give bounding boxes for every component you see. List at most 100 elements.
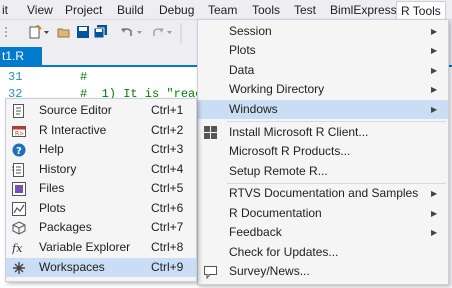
new-dropdown-icon[interactable]: [43, 25, 50, 39]
menu-item-label: Session: [229, 24, 272, 38]
submenu-arrow-icon: ▶: [431, 85, 438, 94]
files-icon: [12, 182, 26, 196]
menu-item-setup-remote-r[interactable]: Setup Remote R...: [198, 162, 448, 181]
menu-item-install-r-client[interactable]: Install Microsoft R Client...: [198, 123, 448, 142]
menu-item-source-editor[interactable]: Source Editor Ctrl+1: [6, 101, 196, 120]
line-number: 31: [8, 70, 23, 84]
save-all-icon[interactable]: [93, 25, 108, 39]
toolbar-separator: [180, 23, 183, 43]
menu-item-label: Workspaces: [39, 260, 105, 274]
open-folder-icon[interactable]: [57, 25, 71, 39]
menu-item-label: RTVS Documentation and Samples: [229, 186, 419, 200]
menu-item-help[interactable]: ? Help Ctrl+3: [6, 140, 196, 159]
menu-item-shortcut: Ctrl+5: [151, 181, 184, 195]
menu-item-r-documentation[interactable]: R Documentation ▶: [198, 204, 448, 223]
submenu-arrow-icon: ▶: [431, 46, 438, 55]
menu-item-shortcut: Ctrl+9: [151, 260, 184, 274]
menu-item-r-interactive[interactable]: R> R Interactive Ctrl+2: [6, 121, 196, 140]
menu-item-windows[interactable]: Windows ▶: [198, 100, 448, 119]
menu-item-data[interactable]: Data ▶: [198, 61, 448, 80]
menu-item-label: Survey/News...: [229, 264, 310, 278]
menu-item-label: History: [39, 162, 77, 176]
history-icon: [12, 163, 26, 177]
menu-item-label: Microsoft R Products...: [229, 144, 351, 158]
menu-item-label: Variable Explorer: [39, 240, 131, 254]
menu-item-plots[interactable]: Plots Ctrl+6: [6, 199, 196, 218]
menu-test[interactable]: Test: [290, 2, 320, 19]
r-interactive-icon: R>: [12, 124, 26, 138]
menu-tools[interactable]: Tools: [248, 2, 284, 19]
menu-item-history[interactable]: History Ctrl+4: [6, 160, 196, 179]
menu-item-check-updates[interactable]: Check for Updates...: [198, 243, 448, 262]
workspaces-icon: [12, 261, 26, 275]
r-tools-menu: Session ▶ Plots ▶ Data ▶ Working Directo…: [197, 19, 449, 285]
menu-item-feedback[interactable]: Feedback ▶: [198, 223, 448, 242]
menu-item-label: Plots: [229, 43, 256, 57]
submenu-arrow-icon: ▶: [431, 209, 438, 218]
menu-item-label: R Interactive: [39, 123, 107, 137]
submenu-arrow-icon: ▶: [431, 66, 438, 75]
menu-item-packages[interactable]: Packages Ctrl+7: [6, 218, 196, 237]
svg-text:?: ?: [16, 146, 22, 157]
menu-item-label: Files: [39, 181, 65, 195]
menu-item-shortcut: Ctrl+2: [151, 123, 184, 137]
document-tab[interactable]: t1.R: [0, 47, 42, 65]
menu-bar: it View Project Build Debug Team Tools T…: [0, 0, 452, 20]
menu-item-label: Data: [229, 63, 255, 77]
survey-news-icon: [204, 265, 218, 280]
undo-icon[interactable]: [120, 25, 134, 39]
menu-item-label: Windows: [229, 102, 278, 116]
menu-item-shortcut: Ctrl+4: [151, 162, 184, 176]
redo-dropdown-icon[interactable]: [166, 25, 173, 39]
undo-dropdown-icon[interactable]: [136, 25, 143, 39]
menu-item-label: Check for Updates...: [229, 245, 339, 259]
menu-item-label: Source Editor: [39, 103, 112, 117]
redo-icon[interactable]: [151, 25, 165, 39]
menu-project[interactable]: Project: [61, 2, 106, 19]
variable-explorer-icon: fx: [11, 241, 26, 255]
menu-item-shortcut: Ctrl+7: [151, 220, 184, 234]
menu-build[interactable]: Build: [113, 2, 148, 19]
menu-item-label: Install Microsoft R Client...: [229, 125, 369, 139]
menu-item-survey-news[interactable]: Survey/News...: [198, 262, 448, 281]
plots-icon: [12, 202, 26, 216]
menu-bimlexpress[interactable]: BimlExpress: [326, 2, 401, 19]
submenu-arrow-icon: ▶: [431, 228, 438, 237]
submenu-arrow-icon: ▶: [431, 189, 438, 198]
menu-item-variable-explorer[interactable]: fx Variable Explorer Ctrl+8: [6, 238, 196, 257]
menu-item-shortcut: Ctrl+3: [151, 142, 184, 156]
menu-item-label: Packages: [39, 220, 92, 234]
menu-edit[interactable]: it: [0, 2, 12, 19]
menu-item-rtvs-docs[interactable]: RTVS Documentation and Samples ▶: [198, 184, 448, 203]
save-icon[interactable]: [76, 25, 90, 39]
menu-separator: [227, 121, 446, 122]
menu-item-label: R Documentation: [229, 206, 322, 220]
toolbar-grip-icon: [4, 25, 8, 39]
menu-item-label: Working Directory: [229, 82, 325, 96]
packages-icon: [12, 221, 26, 235]
windows-submenu: Source Editor Ctrl+1 R> R Interactive Ct…: [5, 98, 197, 282]
menu-item-session[interactable]: Session ▶: [198, 22, 448, 41]
source-editor-icon: [12, 104, 26, 118]
svg-text:R>: R>: [15, 131, 24, 138]
menu-view[interactable]: View: [23, 2, 57, 19]
menu-item-working-directory[interactable]: Working Directory ▶: [198, 80, 448, 99]
menu-item-shortcut: Ctrl+8: [151, 240, 184, 254]
submenu-arrow-icon: ▶: [431, 27, 438, 36]
svg-text:fx: fx: [12, 242, 23, 255]
menu-item-plots[interactable]: Plots ▶: [198, 41, 448, 60]
menu-item-label: Plots: [39, 201, 66, 215]
install-r-client-icon: [204, 126, 218, 140]
menu-item-workspaces[interactable]: Workspaces Ctrl+9: [6, 258, 196, 277]
menu-item-files[interactable]: Files Ctrl+5: [6, 179, 196, 198]
menu-item-label: Help: [39, 142, 64, 156]
menu-item-label: Setup Remote R...: [229, 164, 328, 178]
menu-team[interactable]: Team: [204, 2, 241, 19]
menu-r-tools[interactable]: R Tools: [396, 1, 446, 20]
menu-debug[interactable]: Debug: [155, 2, 198, 19]
new-project-icon[interactable]: [28, 24, 42, 39]
help-icon: ?: [12, 143, 26, 157]
menu-item-r-products[interactable]: Microsoft R Products...: [198, 142, 448, 161]
submenu-arrow-icon: ▶: [431, 105, 438, 114]
menu-item-shortcut: Ctrl+6: [151, 201, 184, 215]
